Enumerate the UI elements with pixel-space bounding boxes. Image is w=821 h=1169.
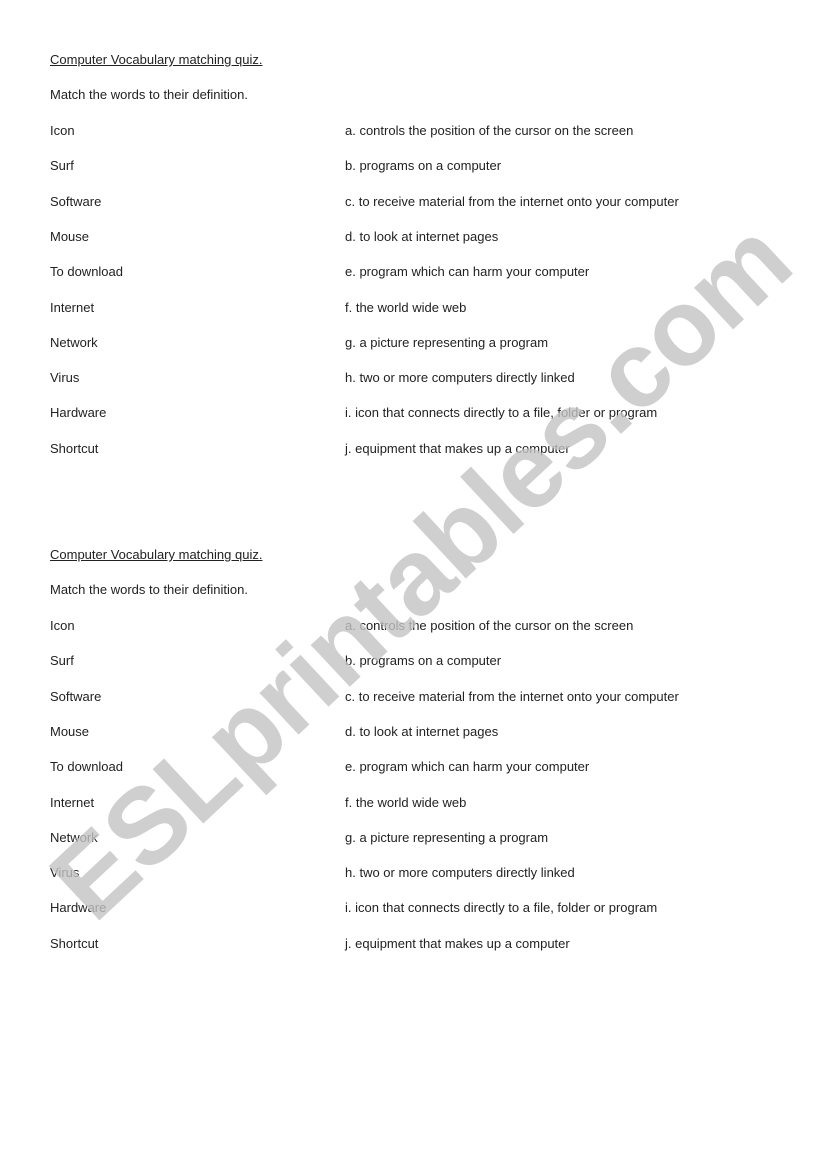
definition: d. to look at internet pages <box>345 723 499 739</box>
vocab-word: Hardware <box>50 405 107 421</box>
definition: j. equipment that makes up a computer <box>345 440 570 456</box>
vocab-word: Software <box>50 193 102 209</box>
definition: g. a picture representing a program <box>345 334 549 350</box>
match-row: Shortcut j. equipment that makes up a com… <box>50 441 770 459</box>
definition: a. controls the position of the cursor o… <box>345 618 634 633</box>
vocab-word: Icon <box>50 618 75 633</box>
definition: i. icon that connects directly to a file… <box>345 405 658 421</box>
match-row: Mouse d. to look at internet pages <box>50 724 770 742</box>
definition: h. two or more computers directly linked <box>345 370 575 386</box>
vocab-word: Icon <box>50 123 75 138</box>
match-row: Virus h. two or more computers directly l… <box>50 370 770 388</box>
definition: h. two or more computers directly linked <box>345 865 575 881</box>
definition: e. program which can harm your computer <box>345 759 590 775</box>
definition: e. program which can harm your computer <box>345 264 590 280</box>
quiz-instructions: Match the words to their definition. <box>50 87 248 102</box>
match-row: Hardware i. icon that connects directly t… <box>50 405 770 423</box>
definition: c. to receive material from the internet… <box>345 193 679 209</box>
quiz-title: Computer Vocabulary matching quiz. <box>50 547 263 562</box>
match-row: Virus h. two or more computers directly l… <box>50 865 770 883</box>
definition: d. to look at internet pages <box>345 228 499 244</box>
vocab-word: Network <box>50 829 98 845</box>
vocab-word: Mouse <box>50 228 90 244</box>
vocab-word: Surf <box>50 653 74 669</box>
vocab-word: Surf <box>50 158 74 174</box>
match-row: Shortcut j. equipment that makes up a com… <box>50 936 770 954</box>
definition: b. programs on a computer <box>345 653 502 669</box>
vocab-word: Internet <box>50 299 95 315</box>
quiz-instructions: Match the words to their definition. <box>50 582 248 597</box>
match-row: Software c. to receive material from the … <box>50 194 770 212</box>
definition: b. programs on a computer <box>345 158 502 174</box>
definition: j. equipment that makes up a computer <box>345 935 570 951</box>
match-row: Icon a. controls the position of the curs… <box>50 123 770 141</box>
vocab-word: To download <box>50 264 123 280</box>
vocab-word: Virus <box>50 370 80 386</box>
match-row: To download e. program which can harm you… <box>50 759 770 777</box>
match-row: Internet f. the world wide web <box>50 795 770 813</box>
match-row: Hardware i. icon that connects directly t… <box>50 900 770 918</box>
vocab-word: Shortcut <box>50 935 99 951</box>
match-row: Internet f. the world wide web <box>50 300 770 318</box>
match-row: Software c. to receive material from the … <box>50 689 770 707</box>
match-row: Surf b. programs on a computer <box>50 158 770 176</box>
match-row: Icon a. controls the position of the curs… <box>50 618 770 636</box>
vocab-word: Software <box>50 688 102 704</box>
vocab-word: Mouse <box>50 723 90 739</box>
definition: a. controls the position of the cursor o… <box>345 123 634 138</box>
vocab-word: Network <box>50 334 98 350</box>
vocab-word: To download <box>50 759 123 775</box>
vocab-word: Virus <box>50 865 80 881</box>
definition: f. the world wide web <box>345 794 467 810</box>
match-row: Surf b. programs on a computer <box>50 653 770 671</box>
quiz-title: Computer Vocabulary matching quiz. <box>50 52 263 67</box>
match-row: Mouse d. to look at internet pages <box>50 229 770 247</box>
match-row: Network g. a picture representing a progr… <box>50 830 770 848</box>
vocab-word: Hardware <box>50 900 107 916</box>
vocab-word: Internet <box>50 794 95 810</box>
vocab-word: Shortcut <box>50 440 99 456</box>
match-row: Network g. a picture representing a progr… <box>50 335 770 353</box>
definition: i. icon that connects directly to a file… <box>345 900 658 916</box>
definition: c. to receive material from the internet… <box>345 688 679 704</box>
match-row: To download e. program which can harm you… <box>50 264 770 282</box>
definition: g. a picture representing a program <box>345 829 549 845</box>
definition: f. the world wide web <box>345 299 467 315</box>
